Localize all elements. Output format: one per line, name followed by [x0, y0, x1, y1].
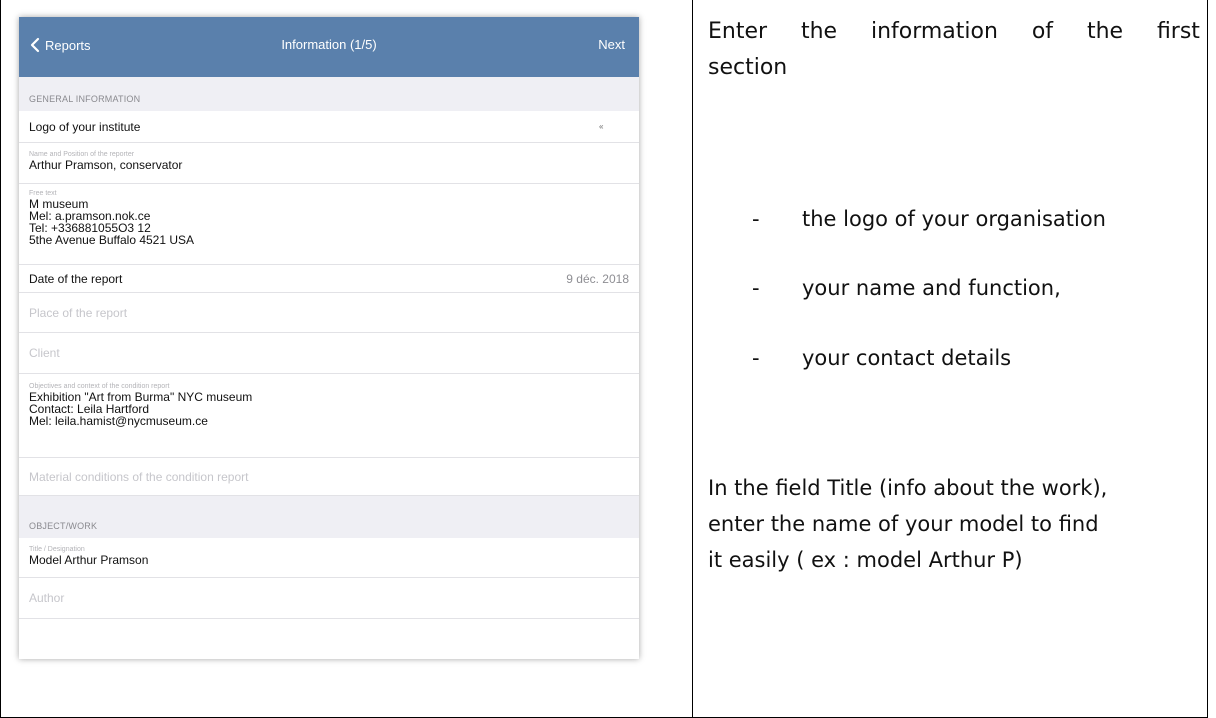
- bullet-item: - your contact details: [752, 346, 1011, 370]
- intro-line-2: section: [708, 55, 788, 80]
- report-date-label: Date of the report: [29, 271, 123, 286]
- intro-word: the: [1086, 19, 1124, 44]
- free-text-line: 5the Avenue Buffalo 4521 USA: [29, 233, 195, 247]
- bullet-text: the logo of your organisation: [802, 207, 1106, 231]
- next-button[interactable]: Next: [598, 37, 625, 52]
- intro-word: Enter: [708, 19, 768, 44]
- column-divider: [692, 0, 693, 718]
- title-instruction-line: it easily ( ex : model Arthur P): [708, 548, 1023, 572]
- intro-line-1: Enter the information of the first: [708, 14, 1200, 50]
- intro-word: first: [1156, 19, 1200, 44]
- place-placeholder: Place of the report: [29, 305, 128, 320]
- title-value: Model Arthur Pramson: [29, 553, 149, 567]
- material-conditions-field[interactable]: Material conditions of the condition rep…: [19, 458, 639, 496]
- author-field[interactable]: Author: [19, 578, 639, 619]
- place-field[interactable]: Place of the report: [19, 293, 639, 333]
- section-header-object: OBJECT/WORK: [19, 496, 639, 538]
- material-conditions-placeholder: Material conditions of the condition rep…: [29, 469, 249, 484]
- intro-paragraph: Enter the information of the first secti…: [708, 14, 1200, 86]
- bullet-item: - the logo of your organisation: [752, 207, 1106, 231]
- logo-row[interactable]: Logo of your institute «: [19, 111, 639, 143]
- bullet-dash: -: [752, 346, 760, 370]
- section-header-general: GENERAL INFORMATION: [19, 77, 639, 111]
- navigation-bar: Reports Information (1/5) Next: [19, 17, 639, 77]
- objectives-field[interactable]: Objectives and context of the condition …: [19, 374, 639, 458]
- intro-word: of: [1031, 19, 1054, 44]
- title-instruction-paragraph: In the field Title (info about the work)…: [708, 470, 1200, 578]
- intro-word: information: [870, 19, 998, 44]
- reporter-name-field[interactable]: Name and Position of the reporter Arthur…: [19, 143, 639, 184]
- bullet-dash: -: [752, 276, 760, 300]
- app-screenshot: Reports Information (1/5) Next GENERAL I…: [19, 17, 639, 659]
- objectives-line: Mel: leila.hamist@nycmuseum.ce: [29, 414, 208, 428]
- title-instruction-line: In the field Title (info about the work)…: [708, 476, 1108, 500]
- report-date-value: 9 déc. 2018: [566, 271, 629, 286]
- client-field[interactable]: Client: [19, 333, 639, 374]
- bullet-dash: -: [752, 207, 760, 231]
- client-placeholder: Client: [29, 346, 60, 360]
- author-placeholder: Author: [29, 591, 65, 605]
- title-instruction-line: enter the name of your model to find: [708, 512, 1099, 536]
- logo-row-label: Logo of your institute: [29, 119, 141, 134]
- report-date-row[interactable]: Date of the report 9 déc. 2018: [19, 265, 639, 293]
- logo-thumbnail-icon: «: [599, 121, 604, 131]
- free-text-label: Free text: [29, 190, 57, 197]
- free-text-field[interactable]: Free text M museum Mel: a.pramson.nok.ce…: [19, 184, 639, 265]
- title-field[interactable]: Title / Designation Model Arthur Pramson: [19, 538, 639, 578]
- bullet-text: your contact details: [802, 346, 1012, 370]
- screen-title: Information (1/5): [281, 37, 377, 52]
- bullet-item: - your name and function,: [752, 276, 1061, 300]
- bullet-text: your name and function,: [802, 276, 1061, 300]
- reporter-name-value: Arthur Pramson, conservator: [29, 158, 183, 172]
- intro-word: the: [800, 19, 838, 44]
